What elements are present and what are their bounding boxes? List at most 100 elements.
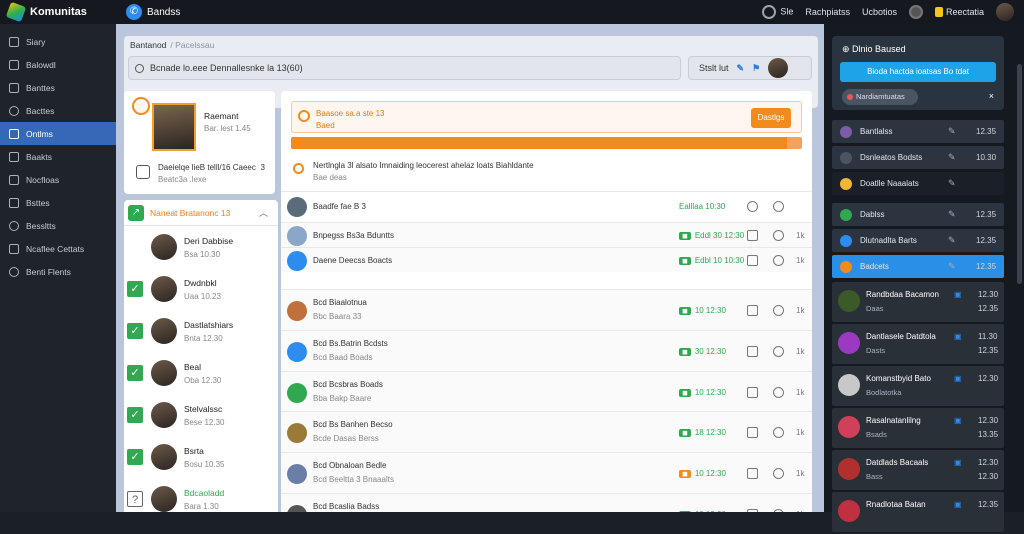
reply-icon[interactable] [747,427,758,438]
sidebar-item-10[interactable]: Benti Flents [0,260,116,283]
search-input[interactable]: Bcnade lo.eee Dennallesnke la 13(60) [128,56,681,80]
checkbox[interactable]: ✓ [127,281,143,297]
contact-time: Bara 1.30 [184,502,219,511]
reply-icon[interactable] [747,230,758,241]
person-card[interactable]: Datdlads Bacaals Bass ▣ 12.30 12.30 [832,450,1004,490]
pin-icon[interactable]: ✎ [948,209,956,220]
pin-icon[interactable]: ✎ [948,235,956,246]
sidebar-item-6[interactable]: Nocfloas [0,168,116,191]
reply-icon[interactable] [747,468,758,479]
status-chip[interactable]: Nardiamtuatas [842,89,918,105]
user-avatar[interactable] [996,3,1014,21]
thread-row[interactable]: Bcd Biaalotnua Bbc Baara 33 ◼ 10 12:30 1k [281,289,812,330]
contact-row[interactable]: ✓ Bsrta Bosu 10.35 [124,436,278,478]
online-row[interactable]: Dablss ✎ 12.35 [832,203,1004,226]
pin-icon[interactable]: ✎ [948,261,956,272]
thread-row[interactable]: Baadfe fae B 3 Ealllaa 10:30 [281,191,812,221]
online-row[interactable]: Dlutnadlta Barts ✎ 12.35 [832,229,1004,252]
chevron-down-icon[interactable] [773,201,784,212]
reply-icon[interactable] [747,305,758,316]
online-button[interactable]: Bioda hactda ioatsas Bo tdat [840,62,996,82]
header-avatar[interactable] [768,58,789,78]
thread-row[interactable]: Daene Deecss Boacts ◼ Edbl 10 10:30 1k [281,247,812,272]
chevron-up-icon[interactable]: ︿ [259,206,268,219]
reply-icon[interactable] [747,255,758,266]
reply-icon[interactable] [747,387,758,398]
top-item-2[interactable]: Rachpiatss [805,7,850,17]
contact-row[interactable]: ✓ Beal Oba 12.30 [124,352,278,394]
coin-item[interactable]: Reectatia [934,7,984,18]
top-bar: Komunitas ✆ Bandss Sle Rachpiatss Ucboti… [0,0,1024,24]
profile-photo[interactable] [152,103,196,151]
clock-icon[interactable] [773,346,784,357]
doc-icon[interactable] [136,165,150,179]
sidebar-item-0[interactable]: Siary [0,30,116,53]
app-tab[interactable]: ✆ Bandss [126,4,180,20]
sidebar-item-3[interactable]: Bacttes [0,99,116,122]
clock-icon[interactable] [773,468,784,479]
contact-time: Uaa 10.23 [184,292,221,301]
scrollbar[interactable] [1017,64,1022,284]
thread-row[interactable]: Bcd Obnaloan Bedle Bcd Beeltta 3 Bnaaalts… [281,452,812,493]
sidebar-item-4[interactable]: Ontlms [0,122,116,145]
sidebar-item-1[interactable]: Balowdl [0,53,116,76]
thread-row[interactable]: Bcd Bs.Batrin Bcdsts Bcd Baad Boads ◼ 30 12… [281,330,812,371]
person-card[interactable]: Dantlasele Datdtola Dasts ▣ 11.30 12.35 [832,324,1004,364]
pin-icon[interactable]: ✎ [948,126,956,137]
thread-row[interactable]: Bnpegss Bs3a Bduntts ◼ Eddl 30 12:30 1k [281,222,812,247]
person-avatar [838,374,860,396]
sidebar-item-2[interactable]: Banttes [0,76,116,99]
online-row[interactable]: Doatlle Naaalats ✎ [832,172,1004,195]
online-row[interactable]: Badcets ✎ 12.35 [832,255,1004,278]
inbox-icon [9,59,19,70]
sidebar-item-5[interactable]: Baakts [0,145,116,168]
contact-row[interactable]: ✓ Dastlatshiars Bnta 12.30 [124,310,278,352]
person-card[interactable]: Randbdaa Bacamon Daas ▣ 12.30 12.35 [832,282,1004,322]
top-item-3[interactable]: Ucbotios [862,7,897,17]
person-card[interactable]: Rnadlotaa Batan ▣ 12.35 [832,492,1004,532]
checkbox[interactable]: ✓ [127,449,143,465]
checkbox[interactable]: ? [127,491,143,507]
edit-icon[interactable]: ✎ [737,63,745,74]
action-label[interactable]: Stslt lut [699,63,729,73]
person-card[interactable]: Rasalnatanlilng Bsads ▣ 12.30 13.35 [832,408,1004,448]
thread-row[interactable]: Bcd Bs Banhen Becso Bcde Dasas Berss ◼ 18 1… [281,411,812,452]
thread-row[interactable]: Bcd Bcaslia BadssBcd Baacu Baas◼10 12:30… [281,493,812,512]
close-icon[interactable]: × [989,91,994,101]
sidebar-item-9[interactable]: Ncaflee Cettats [0,237,116,260]
chat-icon: ✆ [126,4,142,20]
breadcrumb[interactable]: / Pacelssau [170,40,214,50]
status-icon[interactable] [908,5,923,19]
clock-icon[interactable] [773,387,784,398]
clock-icon[interactable] [773,305,784,316]
thread-row[interactable]: Bcd Bcsbras Boads Bba Bakp Baare ◼ 10 12:30… [281,371,812,412]
sidebar-item-8[interactable]: Bessltts [0,214,116,237]
person-value-2: 12.30 [978,472,999,481]
pin-icon[interactable]: ✎ [948,152,956,163]
reply-icon[interactable] [747,346,758,357]
profile-role: Bar. lest 1.45 [204,124,251,133]
thread-sub: Bcde Dasas Berss [313,434,379,443]
checkbox[interactable]: ✓ [127,323,143,339]
flag-icon[interactable]: ⚑ [752,63,760,74]
contact-row[interactable]: ✓ Stelvalssc Bese 12.30 [124,394,278,436]
app-logo[interactable]: Komunitas [0,1,118,23]
person-card[interactable]: Komanstbyid Bato Bodlatotka ▣ 12.30 [832,366,1004,406]
notice-button[interactable]: Dastlgs [751,108,791,128]
pin-icon[interactable]: ✎ [948,178,956,189]
contact-row[interactable]: ? Bdcaoladd Bara 1.30 [124,478,278,512]
online-row[interactable]: Dsnleatos Bodsts ✎ 10.30 [832,146,1004,169]
online-row[interactable]: Bantlalss ✎ 12.35 [832,120,1004,143]
clock-icon[interactable] [773,427,784,438]
contact-row[interactable]: ✓ Dwdnbkl Uaa 10.23 [124,268,278,310]
person-sub: Bsads [866,430,887,439]
search-icon[interactable] [747,201,758,212]
clock-icon[interactable] [773,230,784,241]
contact-row[interactable]: Deri Dabbise Bsa 10.30 [124,226,278,268]
sidebar-item-7[interactable]: Bsttes [0,191,116,214]
contacts-header[interactable]: ↗ Naneat Bratanonc 13 ︿ [124,200,278,226]
clock-icon[interactable] [773,255,784,266]
checkbox[interactable]: ✓ [127,407,143,423]
top-item-1[interactable]: Sle [762,5,793,19]
checkbox[interactable]: ✓ [127,365,143,381]
